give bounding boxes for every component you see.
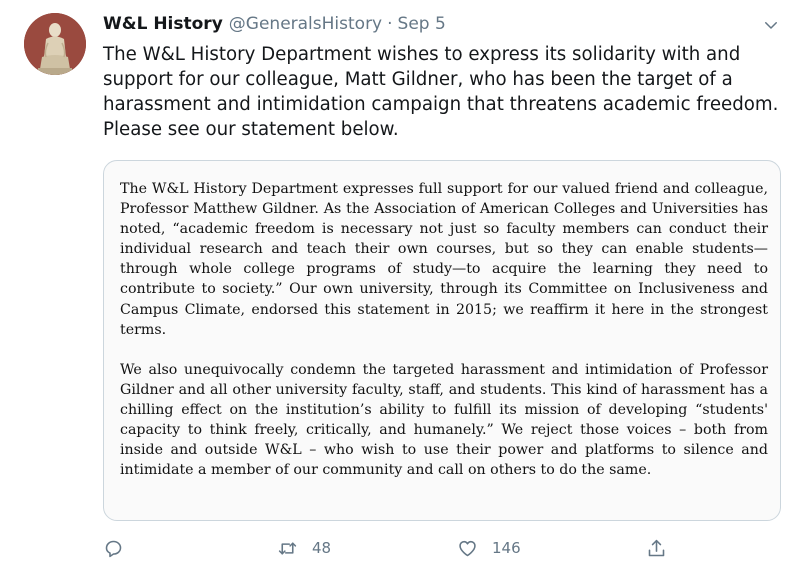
tweet-timestamp[interactable]: Sep 5 <box>398 14 446 34</box>
share-icon <box>648 539 665 556</box>
reply-button[interactable] <box>103 533 124 563</box>
heart-icon <box>459 540 476 556</box>
retweet-icon <box>278 541 297 555</box>
reply-icon <box>105 540 122 557</box>
statement-document: The W&L History Department expresses ful… <box>120 179 768 500</box>
author-handle[interactable]: @GeneralsHistory <box>229 14 382 34</box>
statement-image-card[interactable]: The W&L History Department expresses ful… <box>103 160 781 521</box>
author-name[interactable]: W&L History <box>103 14 223 34</box>
like-button[interactable]: 146 <box>457 533 521 563</box>
chevron-down-icon <box>765 22 777 29</box>
share-button[interactable] <box>646 533 667 563</box>
tweet: W&L History @GeneralsHistory · Sep 5 The… <box>0 0 800 577</box>
more-options-button[interactable] <box>758 12 784 38</box>
separator-dot: · <box>387 14 393 34</box>
statement-paragraph-1: The W&L History Department expresses ful… <box>120 181 768 338</box>
tweet-actions: 48 146 <box>103 533 783 563</box>
statue-avatar-image <box>24 13 86 75</box>
tweet-header: W&L History @GeneralsHistory · Sep 5 <box>103 14 446 38</box>
like-count: 146 <box>492 539 521 557</box>
retweet-button[interactable]: 48 <box>277 533 331 563</box>
retweet-count: 48 <box>312 539 332 557</box>
avatar[interactable] <box>24 13 86 75</box>
statement-paragraph-2: We also unequivocally condemn the target… <box>120 361 768 479</box>
tweet-text: The W&L History Department wishes to exp… <box>103 44 779 140</box>
